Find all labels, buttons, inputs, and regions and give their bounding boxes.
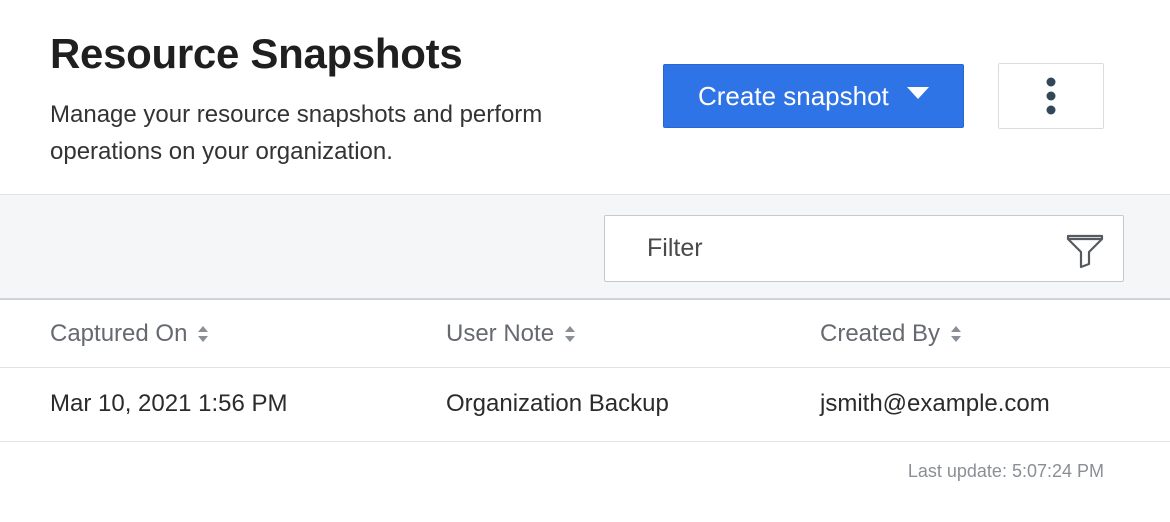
page-header: Resource Snapshots Manage your resource …: [0, 0, 1170, 194]
snapshots-table: Captured On User Note Created By Mar 10,…: [0, 300, 1170, 442]
sort-icon: [951, 326, 962, 342]
column-header-label: User Note: [446, 320, 555, 347]
column-header-user-note[interactable]: User Note: [446, 320, 576, 348]
table-header-row: Captured On User Note Created By: [0, 300, 1170, 368]
caret-down-icon: [906, 87, 929, 99]
cell-created-by: jsmith@example.com: [820, 390, 1050, 417]
more-actions-button[interactable]: [998, 63, 1104, 129]
sort-icon: [198, 326, 209, 342]
create-snapshot-button[interactable]: Create snapshot: [663, 64, 964, 128]
resource-snapshots-page: Resource Snapshots Manage your resource …: [0, 0, 1170, 522]
column-header-created-by[interactable]: Created By: [820, 320, 962, 348]
column-header-label: Captured On: [50, 320, 188, 347]
filter-box: [604, 215, 1124, 282]
cell-captured-on: Mar 10, 2021 1:56 PM: [50, 390, 288, 417]
page-subtitle: Manage your resource snapshots and perfo…: [50, 101, 543, 165]
column-header-label: Created By: [820, 320, 941, 347]
cell-user-note: Organization Backup: [446, 390, 669, 417]
page-title: Resource Snapshots: [50, 30, 463, 77]
filter-input[interactable]: [606, 217, 1046, 280]
column-header-captured-on[interactable]: Captured On: [50, 320, 209, 348]
sort-icon: [565, 326, 576, 342]
vertical-ellipsis-icon: [1046, 77, 1056, 115]
last-update-text: Last update: 5:07:24 PM: [907, 461, 1104, 481]
create-snapshot-label: Create snapshot: [698, 80, 889, 111]
table-toolbar: [0, 194, 1170, 300]
table-row[interactable]: Mar 10, 2021 1:56 PM Organization Backup…: [0, 368, 1170, 442]
funnel-icon[interactable]: [1065, 230, 1105, 270]
